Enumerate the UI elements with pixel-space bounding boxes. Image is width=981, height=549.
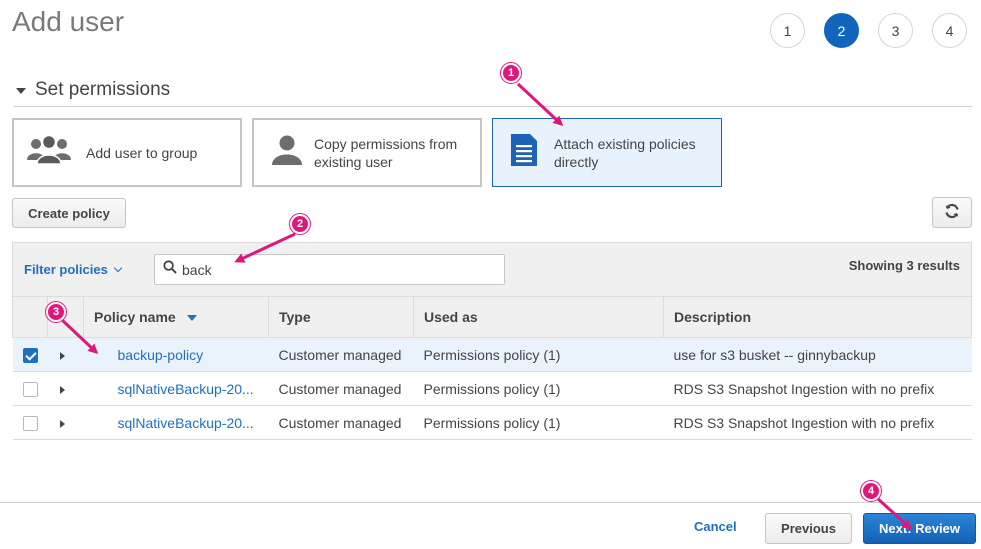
table-row[interactable]: sqlNativeBackup-20... Customer managed P…	[12, 371, 972, 406]
annotation-marker-2: 2	[290, 214, 310, 234]
policy-used-as: Permissions policy (1)	[413, 337, 664, 372]
copy-permissions-option[interactable]: Copy permissions from existing user	[252, 118, 482, 187]
option-label-group: Add user to group	[86, 144, 198, 161]
option-label-attach-line1: Attach existing policies	[554, 135, 696, 152]
wizard-steps: 1 2 3 4	[770, 13, 967, 48]
policy-type: Customer managed	[268, 405, 414, 440]
step-4[interactable]: 4	[932, 13, 967, 48]
next-review-button[interactable]: Next: Review	[863, 513, 976, 544]
search-input[interactable]	[182, 261, 482, 278]
select-all-column	[12, 296, 48, 338]
filter-bar: Filter policies Showing 3 results	[12, 242, 972, 296]
filter-policies-dropdown[interactable]: Filter policies	[24, 262, 123, 277]
policy-name-link[interactable]: backup-policy	[118, 347, 204, 363]
document-icon	[509, 132, 539, 173]
expand-caret-icon[interactable]	[59, 385, 65, 394]
add-user-to-group-option[interactable]: Add user to group	[12, 118, 242, 187]
refresh-icon	[944, 203, 960, 222]
option-label-copy-line2: existing user	[314, 153, 393, 170]
section-title: Set permissions	[35, 79, 171, 100]
policy-used-as: Permissions policy (1)	[413, 405, 664, 440]
search-icon	[163, 260, 177, 279]
column-description[interactable]: Description	[663, 296, 972, 338]
refresh-button[interactable]	[932, 197, 972, 228]
policy-description: use for s3 busket -- ginnybackup	[663, 337, 972, 372]
create-policy-button[interactable]: Create policy	[12, 198, 126, 228]
table-row[interactable]: sqlNativeBackup-20... Customer managed P…	[12, 405, 972, 440]
table-row[interactable]: backup-policy Customer managed Permissio…	[12, 337, 972, 372]
step-3[interactable]: 3	[878, 13, 913, 48]
policies-table: Policy name Type Used as Description bac…	[12, 296, 972, 440]
policy-description: RDS S3 Snapshot Ingestion with no prefix	[663, 371, 972, 406]
group-icon	[26, 133, 72, 172]
sort-caret-icon	[186, 315, 197, 322]
previous-button[interactable]: Previous	[765, 513, 852, 544]
policy-description: RDS S3 Snapshot Ingestion with no prefix	[663, 405, 972, 440]
filter-policies-label: Filter policies	[24, 262, 108, 277]
results-count: Showing 3 results	[848, 258, 960, 273]
column-policy-name[interactable]: Policy name	[83, 296, 269, 338]
page-title: Add user	[12, 6, 125, 37]
expand-caret-icon[interactable]	[59, 351, 65, 360]
option-label-attach: Attach existing policies directly	[554, 135, 696, 171]
policy-type: Customer managed	[268, 371, 414, 406]
row-checkbox[interactable]	[22, 381, 38, 397]
cancel-button[interactable]: Cancel	[694, 519, 737, 534]
caret-down-icon	[16, 88, 26, 94]
policy-name-link[interactable]: sqlNativeBackup-20...	[118, 381, 254, 397]
annotation-marker-3: 3	[46, 302, 66, 322]
step-2[interactable]: 2	[824, 13, 859, 48]
search-box[interactable]	[154, 254, 505, 285]
footer-divider	[0, 502, 981, 503]
expand-caret-icon[interactable]	[59, 419, 65, 428]
annotation-marker-4: 4	[861, 481, 881, 501]
row-checkbox[interactable]	[22, 347, 38, 363]
column-type[interactable]: Type	[268, 296, 414, 338]
annotation-marker-1: 1	[501, 63, 521, 83]
user-icon	[270, 133, 304, 172]
column-label: Policy name	[94, 309, 176, 325]
row-checkbox[interactable]	[22, 415, 38, 431]
policy-type: Customer managed	[268, 337, 414, 372]
step-1[interactable]: 1	[770, 13, 805, 48]
chevron-down-icon	[113, 263, 123, 272]
column-used-as[interactable]: Used as	[413, 296, 664, 338]
attach-policies-option[interactable]: Attach existing policies directly	[492, 118, 722, 187]
policy-name-link[interactable]: sqlNativeBackup-20...	[118, 415, 254, 431]
table-header-row: Policy name Type Used as Description	[12, 296, 972, 338]
policy-used-as: Permissions policy (1)	[413, 371, 664, 406]
option-label-copy-line1: Copy permissions from	[314, 135, 458, 152]
option-label-attach-line2: directly	[554, 153, 599, 170]
option-label-copy: Copy permissions from existing user	[314, 135, 457, 171]
set-permissions-header[interactable]: Set permissions	[14, 79, 972, 107]
